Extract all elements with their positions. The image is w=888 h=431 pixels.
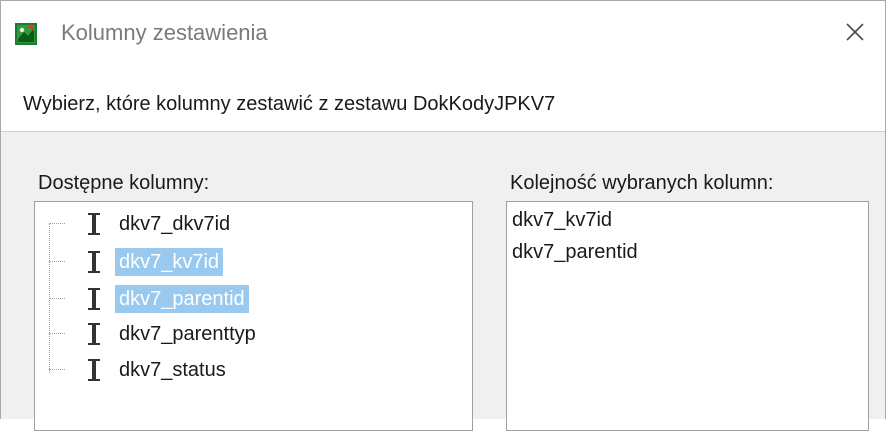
selected-columns-list[interactable]	[506, 201, 869, 431]
instruction-text: Wybierz, które kolumny zestawić z zestaw…	[23, 93, 556, 115]
column-icon	[88, 323, 100, 345]
app-icon	[15, 23, 37, 45]
column-icon	[88, 213, 100, 235]
tree-branch	[49, 369, 65, 370]
tree-item-label: dkv7_parentid	[115, 285, 249, 313]
column-icon	[88, 288, 100, 310]
column-icon	[88, 251, 100, 273]
tree-item-label: dkv7_status	[119, 359, 226, 381]
tree-branch	[49, 333, 65, 334]
window-title: Kolumny zestawienia	[61, 20, 268, 45]
tree-item-label: dkv7_dkv7id	[119, 213, 231, 235]
selected-column-item[interactable]: dkv7_parentid	[512, 241, 638, 264]
title-bar: Kolumny zestawienia	[1, 1, 885, 67]
tree-item-label: dkv7_kv7id	[115, 248, 224, 276]
tree-item-label: dkv7_parenttyp	[119, 323, 256, 345]
dialog-window: Kolumny zestawienia Wybierz, które kolum…	[0, 0, 886, 431]
tree-item-dkv7-parenttyp[interactable]: dkv7_parenttyp	[49, 317, 309, 351]
selected-order-label: Kolejność wybranych kolumn:	[510, 172, 774, 194]
tree-branch	[49, 298, 65, 299]
tree-branch	[49, 261, 65, 262]
close-icon[interactable]	[841, 18, 869, 46]
column-icon	[88, 359, 100, 381]
selected-column-item[interactable]: dkv7_kv7id	[512, 209, 612, 232]
tree-item-dkv7-dkv7id[interactable]: dkv7_dkv7id	[49, 207, 309, 241]
tree-item-dkv7-status[interactable]: dkv7_status	[49, 353, 309, 387]
tree-item-dkv7-kv7id[interactable]: dkv7_kv7id	[49, 245, 309, 279]
tree-item-dkv7-parentid[interactable]: dkv7_parentid	[49, 282, 309, 316]
available-columns-label: Dostępne kolumny:	[38, 172, 210, 194]
tree-branch	[49, 223, 65, 224]
